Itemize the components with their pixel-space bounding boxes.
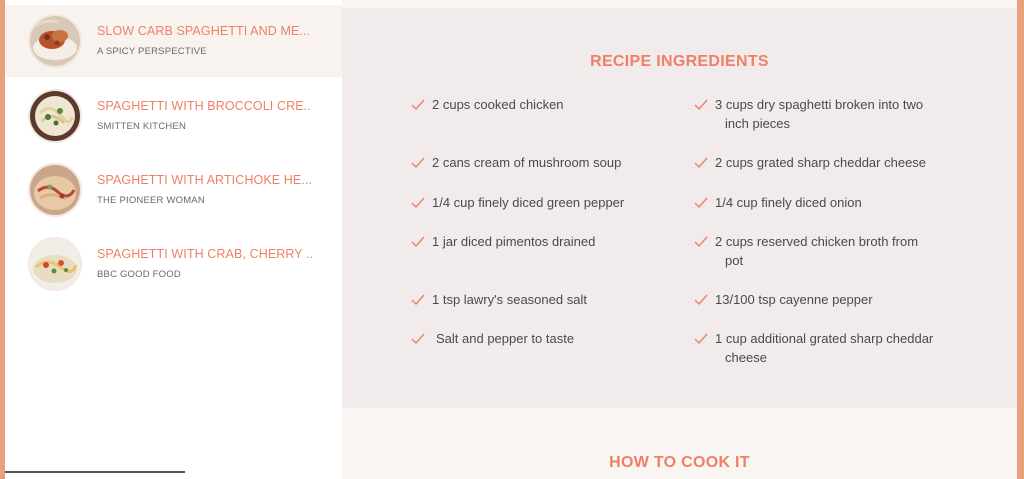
recipe-photo-icon bbox=[30, 165, 80, 215]
ingredient-text-continued: cheese bbox=[725, 350, 767, 365]
recipe-list-item[interactable]: SLOW CARB SPAGHETTI AND ME... A SPICY PE… bbox=[5, 5, 342, 77]
check-icon bbox=[411, 236, 425, 248]
ingredient-text: 1 jar diced pimentos drained bbox=[432, 234, 596, 249]
recipe-source: THE PIONEER WOMAN bbox=[97, 195, 205, 206]
how-to-cook-section: HOW TO COOK IT bbox=[342, 408, 1017, 479]
recipe-photo-icon bbox=[30, 91, 80, 141]
ingredient-text: 2 cups grated sharp cheddar cheese bbox=[715, 155, 927, 170]
how-to-cook-heading: HOW TO COOK IT bbox=[609, 454, 750, 471]
ingredient-text: 1 cup additional grated sharp cheddar bbox=[715, 331, 934, 346]
check-icon bbox=[694, 294, 708, 306]
ingredient-item: 2 cans cream of mushroom soup bbox=[410, 153, 662, 172]
check-icon bbox=[694, 236, 708, 248]
ingredient-text: 2 cans cream of mushroom soup bbox=[432, 155, 622, 170]
ingredient-item: 3 cups dry spaghetti broken into two inc… bbox=[693, 95, 945, 133]
recipe-thumbnail bbox=[30, 165, 80, 215]
ingredient-text: 13/100 tsp cayenne pepper bbox=[715, 292, 873, 307]
recipe-list-item[interactable]: SPAGHETTI WITH BROCCOLI CRE... SMITTEN K… bbox=[5, 80, 342, 152]
recipe-title: SPAGHETTI WITH CRAB, CHERRY ... bbox=[97, 247, 312, 261]
ingredient-text: 1 tsp lawry's seasoned salt bbox=[432, 292, 587, 307]
right-page-border bbox=[1017, 0, 1024, 479]
recipe-title: SPAGHETTI WITH BROCCOLI CRE... bbox=[97, 99, 312, 113]
recipe-title: SPAGHETTI WITH ARTICHOKE HE... bbox=[97, 173, 312, 187]
recipe-list-item[interactable]: SPAGHETTI WITH CRAB, CHERRY ... BBC GOOD… bbox=[5, 228, 342, 300]
recipe-thumbnail bbox=[30, 91, 80, 141]
ingredient-item: 1 cup additional grated sharp cheddar ch… bbox=[693, 329, 945, 367]
ingredient-text: 1/4 cup finely diced green pepper bbox=[432, 195, 625, 210]
ingredient-item: 1 tsp lawry's seasoned salt bbox=[410, 290, 662, 309]
ingredient-item: 2 cups cooked chicken bbox=[410, 95, 662, 114]
recipe-thumbnail bbox=[30, 239, 80, 289]
recipe-title: SLOW CARB SPAGHETTI AND ME... bbox=[97, 24, 311, 38]
top-strip bbox=[342, 0, 1017, 8]
ingredient-item: 1/4 cup finely diced onion bbox=[693, 193, 945, 212]
recipe-list-item[interactable]: SPAGHETTI WITH ARTICHOKE HE... THE PIONE… bbox=[5, 154, 342, 226]
recipe-detail-panel: RECIPE INGREDIENTS 2 cups cooked chicken… bbox=[342, 0, 1017, 479]
recipe-source: BBC GOOD FOOD bbox=[97, 269, 181, 280]
recipe-thumbnail bbox=[30, 16, 80, 66]
ingredient-item: 2 cups reserved chicken broth from pot bbox=[693, 232, 945, 270]
ingredient-text: 2 cups cooked chicken bbox=[432, 97, 564, 112]
recipe-source: SMITTEN KITCHEN bbox=[97, 121, 187, 132]
ingredient-item: Salt and pepper to taste bbox=[410, 329, 662, 348]
check-icon bbox=[694, 333, 708, 345]
recipe-photo-icon bbox=[30, 239, 80, 289]
check-icon bbox=[694, 99, 708, 111]
recipe-photo-icon bbox=[30, 16, 80, 66]
ingredient-text-continued: pot bbox=[725, 253, 744, 268]
check-icon bbox=[411, 157, 425, 169]
check-icon bbox=[411, 294, 425, 306]
recipe-source: A SPICY PERSPECTIVE bbox=[97, 46, 207, 57]
check-icon bbox=[694, 197, 708, 209]
ingredient-text: 1/4 cup finely diced onion bbox=[715, 195, 862, 210]
check-icon bbox=[694, 157, 708, 169]
ingredient-item: 2 cups grated sharp cheddar cheese bbox=[693, 153, 945, 172]
ingredients-section: RECIPE INGREDIENTS 2 cups cooked chicken… bbox=[342, 8, 1017, 408]
ingredient-text: 3 cups dry spaghetti broken into two bbox=[715, 97, 924, 112]
ingredients-heading: RECIPE INGREDIENTS bbox=[590, 53, 769, 70]
recipe-list-sidebar: SLOW CARB SPAGHETTI AND ME... A SPICY PE… bbox=[5, 0, 342, 479]
ingredient-text: Salt and pepper to taste bbox=[436, 331, 575, 346]
ingredient-text-continued: inch pieces bbox=[725, 116, 791, 131]
ingredient-text: 2 cups reserved chicken broth from bbox=[715, 234, 919, 249]
check-icon bbox=[411, 99, 425, 111]
ingredient-item: 1/4 cup finely diced green pepper bbox=[410, 193, 662, 212]
sidebar-scroll-indicator bbox=[5, 471, 185, 473]
check-icon bbox=[411, 333, 425, 345]
ingredient-item: 1 jar diced pimentos drained bbox=[410, 232, 662, 251]
check-icon bbox=[411, 197, 425, 209]
ingredient-item: 13/100 tsp cayenne pepper bbox=[693, 290, 945, 309]
